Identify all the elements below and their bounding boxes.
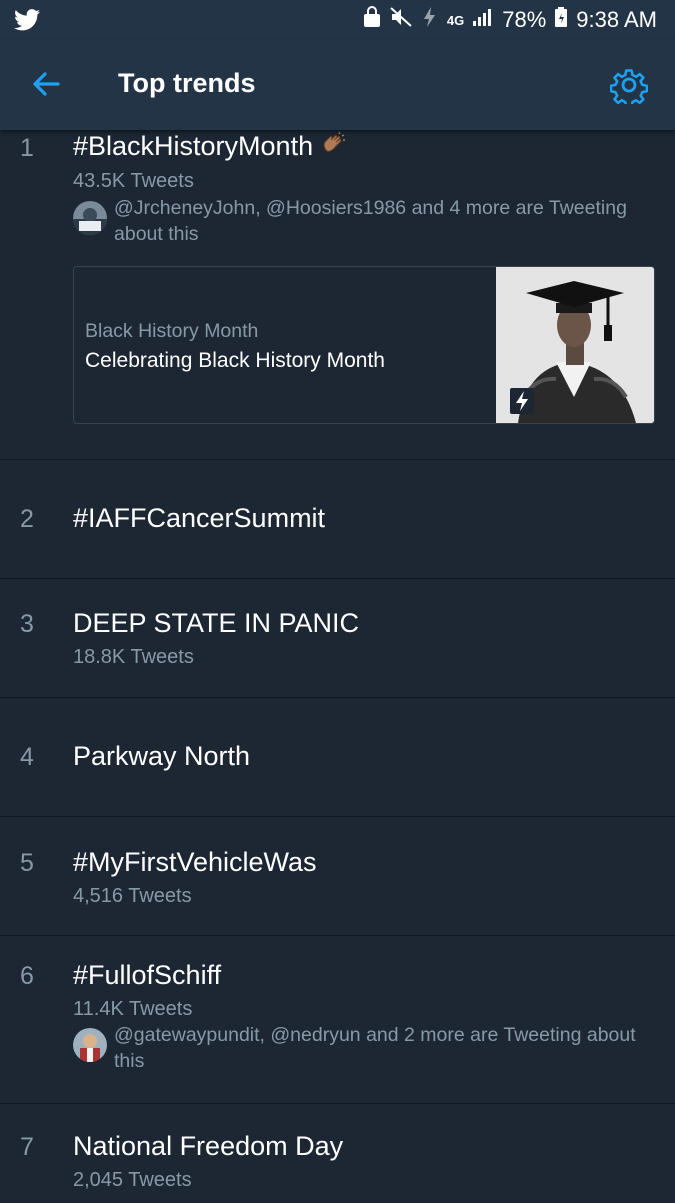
trend-item[interactable]: 5 #MyFirstVehicleWas 4,516 Tweets [0, 816, 675, 936]
trend-rank: 7 [20, 1133, 34, 1161]
battery-percent: 78% [502, 7, 547, 32]
trend-name: #IAFFCancerSummit [73, 503, 326, 533]
twitter-bird-icon [14, 9, 40, 37]
trend-item[interactable]: 7 National Freedom Day 2,045 Tweets [0, 1103, 675, 1203]
social-context: @JrcheneyJohn, @Hoosiers1986 and 4 more … [73, 197, 663, 257]
trend-rank: 6 [20, 962, 34, 990]
battery-icon [554, 6, 568, 34]
trend-item[interactable]: 6 #FullofSchiff 11.4K Tweets @gatewaypun… [0, 935, 675, 1104]
gear-icon[interactable] [609, 66, 649, 108]
avatar [73, 1028, 107, 1062]
trend-name: Parkway North [73, 741, 251, 771]
signal-icon [472, 7, 494, 33]
social-context-text: @gatewaypundit, @nedryun and 2 more are … [114, 1024, 636, 1072]
trend-item[interactable]: 3 DEEP STATE IN PANIC 18.8K Tweets [0, 578, 675, 698]
back-arrow-icon[interactable] [28, 66, 64, 102]
trend-rank: 5 [20, 849, 34, 877]
page-title: Top trends [118, 68, 256, 98]
trend-name: #FullofSchiff [73, 960, 222, 990]
trend-item[interactable]: 1 #BlackHistoryMonth 43.5K Tweets @Jrche… [0, 130, 675, 460]
trend-rank: 2 [20, 505, 34, 533]
trend-item[interactable]: 4 Parkway North [0, 697, 675, 817]
social-context: @gatewaypundit, @nedryun and 2 more are … [73, 1024, 663, 1084]
trend-name: DEEP STATE IN PANIC [73, 608, 360, 638]
trend-tweet-count: 43.5K Tweets [73, 170, 194, 192]
mute-icon [389, 6, 413, 34]
avatar [73, 201, 107, 235]
trend-tweet-count: 18.8K Tweets [73, 646, 194, 668]
trend-name: National Freedom Day [73, 1131, 344, 1161]
trend-rank: 3 [20, 610, 34, 638]
trend-tweet-count: 4,516 Tweets [73, 885, 192, 907]
social-context-text: @JrcheneyJohn, @Hoosiers1986 and 4 more … [114, 197, 627, 245]
clapping-hands-emoji [321, 131, 347, 164]
card-title: Celebrating Black History Month [85, 349, 385, 372]
clock: 9:38 AM [576, 7, 657, 32]
moment-card[interactable]: Black History Month Celebrating Black Hi… [73, 266, 655, 424]
lightning-icon [510, 388, 534, 414]
trend-rank: 4 [20, 743, 34, 771]
status-bar: 4G 78% 9:38 AM [0, 0, 675, 40]
charging-icon [421, 6, 439, 34]
card-topic: Black History Month [85, 320, 259, 342]
network-type: 4G [446, 12, 465, 28]
trend-rank: 1 [20, 134, 34, 162]
card-image [496, 267, 654, 423]
trend-name: #MyFirstVehicleWas [73, 847, 317, 877]
lock-icon [363, 6, 381, 34]
trend-item[interactable]: 2 #IAFFCancerSummit [0, 459, 675, 579]
trend-tweet-count: 11.4K Tweets [73, 998, 193, 1020]
app-bar: Top trends [0, 40, 675, 130]
trend-tweet-count: 2,045 Tweets [73, 1169, 192, 1191]
trend-name: #BlackHistoryMonth [73, 131, 347, 164]
